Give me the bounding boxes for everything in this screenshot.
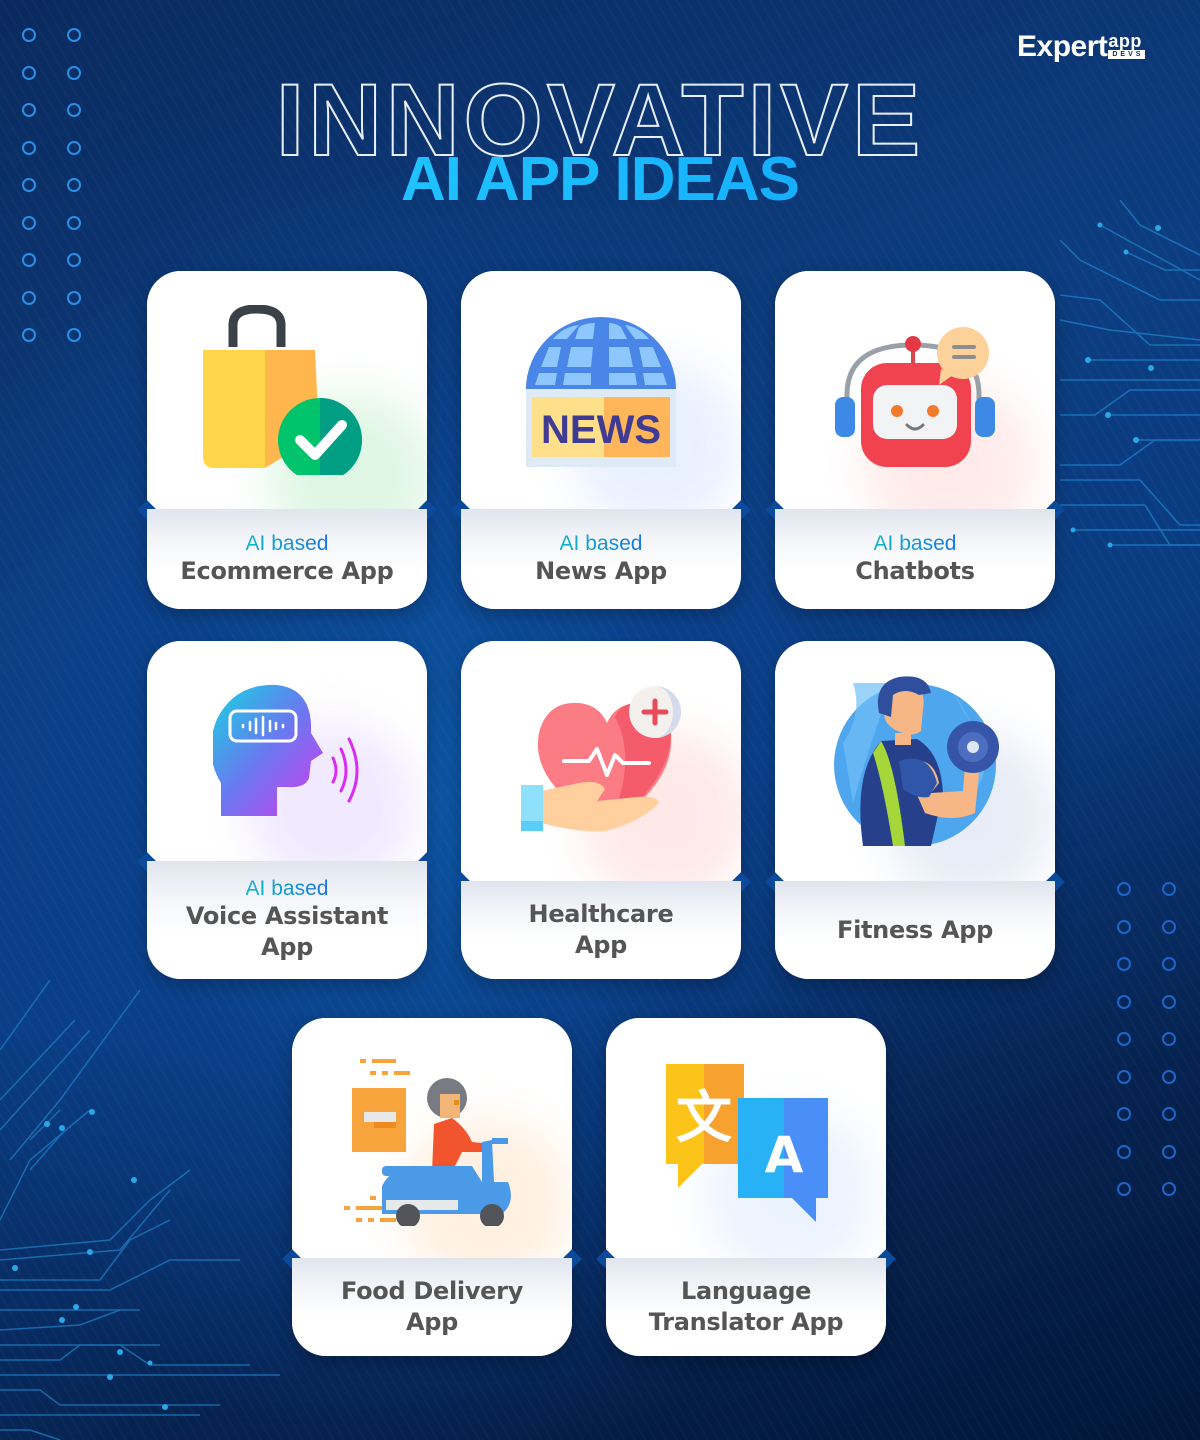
head-voice-icon: [213, 684, 359, 816]
card-title: Ecommerce App: [180, 556, 394, 585]
card-food-delivery-app[interactable]: Food Delivery App: [282, 1018, 582, 1356]
card-prefix: AI based: [245, 877, 329, 900]
logo-app-text: app: [1108, 31, 1142, 51]
translate-bubbles-icon: 文 A: [666, 1064, 828, 1222]
robot-headset-icon: [835, 327, 995, 467]
globe-news-icon: NEWS: [526, 317, 676, 467]
card-title: News App: [535, 556, 667, 585]
card-title: Chatbots: [855, 556, 975, 585]
brand-logo: Expert app DEVS: [1017, 30, 1146, 63]
card-ecommerce-app[interactable]: AI based Ecommerce App: [137, 271, 437, 609]
heart-hand-icon: [521, 686, 681, 832]
circuit-lines-right: [1060, 200, 1200, 548]
card-healthcare-app[interactable]: Healthcare App: [451, 641, 751, 979]
card-title-line-2: App: [405, 1308, 459, 1336]
dumbbell-athlete-icon: [834, 676, 999, 846]
card-title-line-1: Language: [680, 1277, 812, 1305]
translate-target-glyph: A: [765, 1126, 804, 1184]
card-voice-assistant-app[interactable]: AI based Voice Assistant App: [137, 641, 437, 979]
card-title-line-1: Food Delivery: [340, 1277, 524, 1305]
dot-grid-right: [1117, 882, 1180, 1196]
card-prefix: AI based: [245, 531, 329, 555]
logo-wordmark: Expert: [1017, 30, 1108, 63]
scooter-delivery-icon: [344, 1059, 511, 1226]
card-title-line-1: Voice Assistant: [185, 902, 389, 930]
news-icon-text: NEWS: [541, 408, 661, 452]
card-title: Fitness App: [836, 915, 994, 944]
logo-devs-badge: DEVS: [1108, 50, 1146, 59]
card-fitness-app[interactable]: Fitness App: [765, 641, 1065, 979]
card-title-line-1: Healthcare: [528, 900, 674, 928]
card-title-line-2: App: [260, 933, 314, 961]
card-title-line-2: App: [574, 931, 628, 959]
shopping-bag-check-icon: [203, 305, 362, 475]
circuit-lines-left: [0, 979, 280, 1440]
card-language-translator-app[interactable]: 文 A Language Translator App: [596, 1018, 896, 1356]
card-chatbots[interactable]: AI based Chatbots: [765, 271, 1065, 609]
card-prefix: AI based: [559, 531, 643, 555]
translate-source-glyph: 文: [676, 1086, 732, 1151]
page-title: AI APP IDEAS: [0, 148, 1200, 212]
card-news-app[interactable]: NEWS AI based News App: [451, 271, 751, 609]
card-prefix: AI based: [873, 531, 957, 555]
card-title-line-2: Translator App: [648, 1308, 844, 1336]
